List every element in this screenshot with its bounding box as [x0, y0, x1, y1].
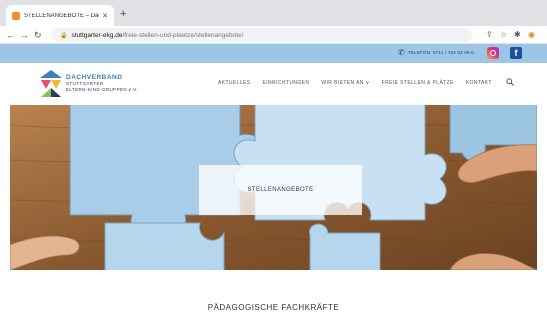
hero-title: STELLENANGEBOTE [247, 187, 314, 193]
profile-icon[interactable]: ◉ [528, 29, 535, 41]
back-icon[interactable]: ← [6, 29, 15, 41]
url-path: /freie-stellen-und-plaetze/stellenangebo… [122, 31, 244, 39]
lock-icon: 🔒 [60, 32, 68, 39]
main-navigation: AKTUELLES EINRICHTUNGEN WIR BIETEN AN ∨ … [218, 80, 492, 86]
browser-tab[interactable]: STELLENANGEBOTE – Dachve ✕ [6, 5, 114, 26]
nav-item-wir-bieten-an[interactable]: WIR BIETEN AN ∨ [321, 80, 369, 86]
star-icon[interactable]: ☆ [500, 29, 507, 41]
section-heading: PÄDAGOGISCHE FACHKRÄFTE [207, 303, 340, 312]
new-tab-button[interactable]: + [120, 7, 126, 21]
nav-item-einrichtungen[interactable]: EINRICHTUNGEN [263, 80, 310, 86]
share-icon[interactable]: ⇪ [486, 29, 493, 41]
browser-tab-bar: STELLENANGEBOTE – Dachve ✕ + [0, 0, 547, 26]
tab-title: STELLENANGEBOTE – Dachve [24, 12, 99, 19]
phone-icon: ✆ [398, 48, 405, 57]
nav-item-freie-stellen[interactable]: FREIE STELLEN & PLÄTZE [382, 80, 454, 86]
url-field[interactable]: 🔒 stuttgarter-ekg.de/freie-stellen-und-p… [52, 28, 472, 42]
logo-text[interactable]: DACHVERBAND STUTTGARTER ELTERN-KIND-GRUP… [66, 74, 138, 93]
logo-line-1: DACHVERBAND [66, 74, 123, 81]
search-icon[interactable] [506, 78, 514, 86]
tab-close-icon[interactable]: ✕ [102, 12, 108, 20]
site-favicon-icon [12, 11, 20, 20]
phone-contact[interactable]: ✆ TELEFON: 0711 / 762 03 08-0 [398, 48, 474, 57]
phone-number: TELEFON: 0711 / 762 03 08-0 [407, 50, 475, 55]
extensions-icon[interactable]: ✱ [514, 29, 521, 41]
nav-item-aktuelles[interactable]: AKTUELLES [218, 80, 251, 86]
logo-line-3: ELTERN-KIND-GRUPPEN e.V. [66, 87, 138, 92]
forward-icon[interactable]: → [20, 29, 29, 41]
url-host: stuttgarter-ekg.de [71, 31, 123, 39]
nav-item-kontakt[interactable]: KONTAKT [466, 80, 492, 86]
reload-icon[interactable]: ↻ [34, 29, 42, 41]
address-bar: ← → ↻ 🔒 stuttgarter-ekg.de/freie-stellen… [0, 26, 547, 44]
instagram-icon[interactable] [487, 47, 499, 59]
hero-title-box: STELLENANGEBOTE [199, 165, 362, 215]
facebook-icon[interactable]: f [510, 47, 522, 59]
logo-icon[interactable] [40, 70, 62, 98]
